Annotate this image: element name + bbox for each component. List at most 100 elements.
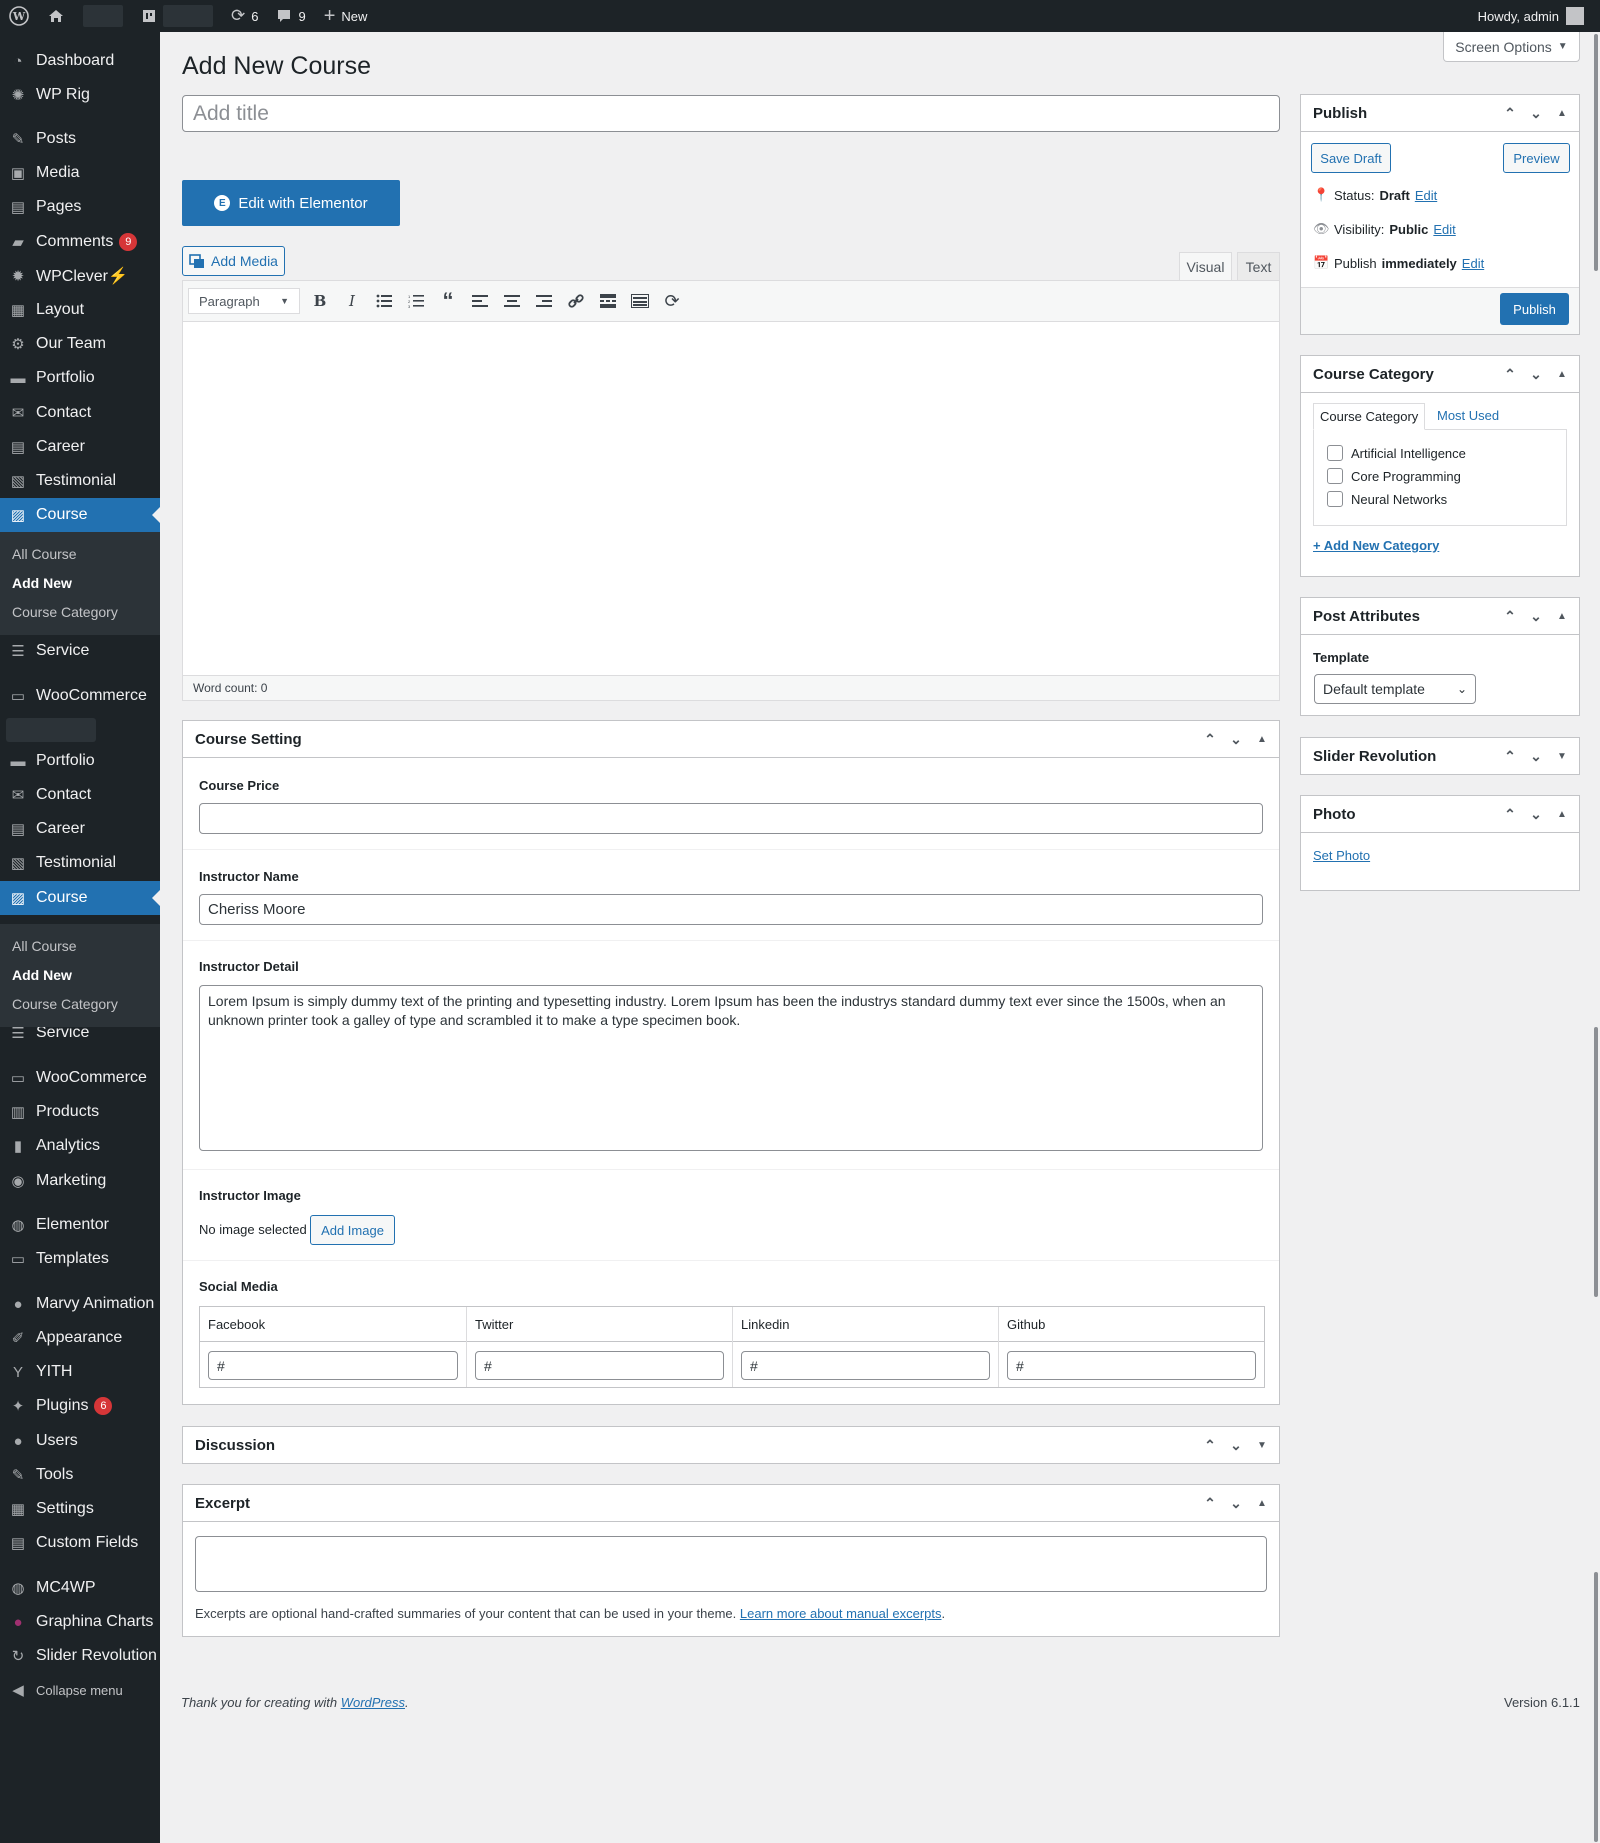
tab-most-used[interactable]: Most Used: [1431, 403, 1505, 430]
sidebar-item-wpclever[interactable]: ✹ WPClever⚡: [0, 259, 160, 293]
sidebar-item-comments[interactable]: ▰ Comments 9: [0, 225, 160, 259]
align-left-icon[interactable]: [464, 286, 496, 316]
template-select[interactable]: Default template ⌄: [1314, 674, 1476, 704]
sidebar-item-plugins[interactable]: ✦ Plugins 6: [0, 1389, 160, 1423]
sidebar-item-elementor[interactable]: ◍ Elementor: [0, 1208, 160, 1242]
move-up-icon[interactable]: ⌃: [1497, 100, 1523, 126]
refresh-icon[interactable]: ⟳: [656, 286, 688, 316]
collapse-toggle-icon[interactable]: ▲: [1549, 801, 1575, 827]
blurred-menu-item[interactable]: [6, 718, 96, 742]
home-icon[interactable]: [38, 0, 74, 32]
sidebar-item-products[interactable]: ▥ Products: [0, 1095, 160, 1129]
submenu-item-add-new[interactable]: Add New: [0, 569, 160, 598]
sidebar-item-woocommerce[interactable]: ▭ WooCommerce: [0, 1061, 160, 1095]
submenu-item-all-course[interactable]: All Course: [0, 932, 160, 961]
photo-header[interactable]: Photo ⌃ ⌄ ▲: [1301, 796, 1579, 833]
sidebar-item-settings[interactable]: ▦ Settings: [0, 1492, 160, 1526]
add-new-category-link[interactable]: + Add New Category: [1313, 538, 1439, 553]
toolbar-toggle-icon[interactable]: [624, 286, 656, 316]
align-center-icon[interactable]: [496, 286, 528, 316]
move-up-icon[interactable]: ⌃: [1497, 603, 1523, 629]
sidebar-item-contact[interactable]: ✉ Contact: [0, 778, 160, 812]
content-editor[interactable]: Paragraph ▼ B I 123 “ ⟳ Word count: 0: [182, 280, 1280, 701]
bold-icon[interactable]: B: [304, 286, 336, 316]
submenu-item-all-course[interactable]: All Course: [0, 540, 160, 569]
screen-options-button[interactable]: Screen Options ▼: [1443, 32, 1580, 62]
collapse-toggle-icon[interactable]: ▲: [1549, 100, 1575, 126]
move-up-icon[interactable]: ⌃: [1497, 801, 1523, 827]
facebook-input[interactable]: #: [208, 1351, 458, 1380]
link-icon[interactable]: [560, 286, 592, 316]
sidebar-item-wp-rig[interactable]: ✺ WP Rig: [0, 78, 160, 112]
align-right-icon[interactable]: [528, 286, 560, 316]
sidebar-item-tools[interactable]: ✎ Tools: [0, 1458, 160, 1492]
sidebar-item-analytics[interactable]: ▮ Analytics: [0, 1129, 160, 1163]
sidebar-item-posts[interactable]: ✎ Posts: [0, 122, 160, 156]
visibility-edit-link[interactable]: Edit: [1433, 222, 1455, 237]
move-down-icon[interactable]: ⌄: [1523, 603, 1549, 629]
sidebar-item-yith[interactable]: Y YITH: [0, 1355, 160, 1389]
sidebar-item-course[interactable]: ▨ Course: [0, 881, 160, 915]
submenu-item-add-new[interactable]: Add New: [0, 961, 160, 990]
move-up-icon[interactable]: ⌃: [1497, 361, 1523, 387]
sidebar-item-portfolio[interactable]: ▬ Portfolio: [0, 744, 160, 778]
updates-link[interactable]: ⟳ 6: [222, 0, 267, 32]
sidebar-item-testimonial[interactable]: ▧ Testimonial: [0, 464, 160, 498]
sidebar-item-woocommerce[interactable]: ▭ WooCommerce: [0, 679, 160, 713]
sidebar-item-pages[interactable]: ▤ Pages: [0, 190, 160, 224]
scrollbar-thumb[interactable]: [1594, 34, 1598, 271]
tab-all-categories[interactable]: Course Category: [1313, 403, 1426, 430]
tab-text[interactable]: Text: [1237, 252, 1280, 280]
bullet-list-icon[interactable]: [368, 286, 400, 316]
twitter-input[interactable]: #: [475, 1351, 724, 1380]
post-attributes-header[interactable]: Post Attributes ⌃ ⌄ ▲: [1301, 598, 1579, 635]
sidebar-item-contact[interactable]: ✉ Contact: [0, 396, 160, 430]
italic-icon[interactable]: I: [336, 286, 368, 316]
discussion-header[interactable]: Discussion ⌃ ⌄ ▼: [183, 1427, 1279, 1464]
schedule-edit-link[interactable]: Edit: [1462, 256, 1484, 271]
collapse-toggle-icon[interactable]: ▲: [1249, 1490, 1275, 1516]
sidebar-item-career[interactable]: ▤ Career: [0, 430, 160, 464]
scrollbar-thumb[interactable]: [1594, 1572, 1598, 1842]
move-up-icon[interactable]: ⌃: [1497, 744, 1523, 770]
move-down-icon[interactable]: ⌄: [1223, 1490, 1249, 1516]
collapse-toggle-icon[interactable]: ▲: [1549, 361, 1575, 387]
read-more-icon[interactable]: [592, 286, 624, 316]
sidebar-item-portfolio[interactable]: ▬ Portfolio: [0, 361, 160, 395]
collapse-toggle-icon[interactable]: ▼: [1549, 744, 1575, 770]
move-down-icon[interactable]: ⌄: [1523, 100, 1549, 126]
sidebar-item-service[interactable]: ☰ Service: [0, 634, 160, 668]
status-edit-link[interactable]: Edit: [1415, 188, 1437, 203]
sidebar-item-course[interactable]: ▨ Course: [0, 498, 160, 532]
course-price-input[interactable]: [199, 803, 1263, 834]
collapse-toggle-icon[interactable]: ▲: [1249, 726, 1275, 752]
sidebar-item-appearance[interactable]: ✐ Appearance: [0, 1321, 160, 1355]
tab-visual[interactable]: Visual: [1179, 252, 1232, 280]
publish-header[interactable]: Publish ⌃ ⌄ ▲: [1301, 95, 1579, 132]
preview-button[interactable]: Preview: [1503, 143, 1570, 173]
scrollbar-thumb[interactable]: [1594, 1027, 1598, 1297]
sidebar-item-templates[interactable]: ▭ Templates: [0, 1242, 160, 1276]
move-down-icon[interactable]: ⌄: [1523, 801, 1549, 827]
move-up-icon[interactable]: ⌃: [1197, 1490, 1223, 1516]
publish-button[interactable]: Publish: [1500, 293, 1569, 325]
submenu-item-course-category[interactable]: Course Category: [0, 598, 160, 627]
add-media-button[interactable]: Add Media: [182, 246, 285, 276]
move-down-icon[interactable]: ⌄: [1223, 726, 1249, 752]
linkedin-input[interactable]: #: [741, 1351, 990, 1380]
move-down-icon[interactable]: ⌄: [1523, 744, 1549, 770]
blockquote-icon[interactable]: “: [432, 286, 464, 316]
move-up-icon[interactable]: ⌃: [1197, 1433, 1223, 1459]
numbered-list-icon[interactable]: 123: [400, 286, 432, 316]
edit-with-elementor-button[interactable]: E Edit with Elementor: [182, 180, 400, 226]
my-account[interactable]: Howdy, admin: [1478, 7, 1600, 25]
sidebar-item-dashboard[interactable]: ◔ Dashboard: [0, 44, 160, 78]
wordpress-logo-icon[interactable]: W: [0, 0, 38, 32]
wordpress-link[interactable]: WordPress: [341, 1695, 405, 1710]
sidebar-item-media[interactable]: ▣ Media: [0, 156, 160, 190]
github-input[interactable]: #: [1007, 1351, 1256, 1380]
sidebar-item-custom-fields[interactable]: ▤ Custom Fields: [0, 1526, 160, 1560]
category-item[interactable]: Artificial Intelligence: [1327, 445, 1466, 461]
category-item[interactable]: Neural Networks: [1327, 491, 1447, 507]
excerpt-header[interactable]: Excerpt ⌃ ⌄ ▲: [183, 1485, 1279, 1522]
